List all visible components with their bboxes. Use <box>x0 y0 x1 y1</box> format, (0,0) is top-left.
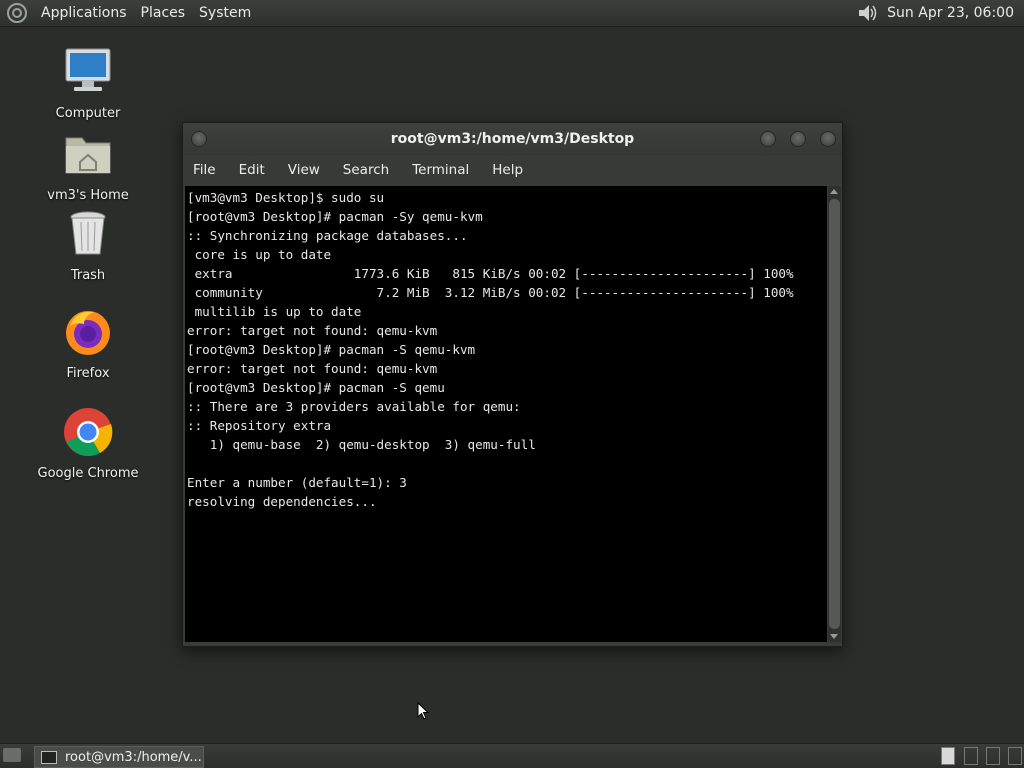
menu-help[interactable]: Help <box>492 162 534 178</box>
desktop-icon-label: Computer <box>55 106 121 121</box>
workspace-2[interactable] <box>964 747 978 765</box>
menu-terminal[interactable]: Terminal <box>412 162 480 178</box>
show-desktop-icon[interactable] <box>3 748 21 762</box>
minimize-button[interactable] <box>760 131 776 147</box>
panel-right: Sun Apr 23, 06:00 <box>857 3 1014 23</box>
desktop-icon-label: Firefox <box>66 366 110 381</box>
distro-logo-icon[interactable] <box>6 2 28 24</box>
terminal-scrollbar[interactable] <box>828 186 841 642</box>
desktop-icon-trash[interactable]: Trash <box>28 208 148 283</box>
terminal-menubar: File Edit View Search Terminal Help <box>183 155 842 185</box>
firefox-icon <box>66 311 110 355</box>
workspace-4[interactable] <box>1008 747 1022 765</box>
home-folder-icon <box>65 137 111 174</box>
desktop-icon-firefox[interactable]: Firefox <box>28 306 148 381</box>
close-button[interactable] <box>820 131 836 147</box>
workspace-1[interactable] <box>941 747 955 765</box>
scrollbar-thumb[interactable] <box>829 199 840 629</box>
applications-menu[interactable]: Applications <box>34 5 134 21</box>
desktop-icon-label: Trash <box>70 268 106 283</box>
desktop-icon-chrome[interactable]: Google Chrome <box>28 406 148 481</box>
taskbar-item-terminal[interactable]: root@vm3:/home/v... <box>34 746 204 768</box>
chrome-icon <box>64 408 113 457</box>
menu-search[interactable]: Search <box>343 162 400 178</box>
maximize-button[interactable] <box>790 131 806 147</box>
workspace-3[interactable] <box>986 747 1000 765</box>
computer-icon <box>65 48 111 91</box>
places-menu[interactable]: Places <box>134 5 193 21</box>
clock[interactable]: Sun Apr 23, 06:00 <box>887 5 1014 21</box>
speaker-icon[interactable] <box>857 3 879 23</box>
scroll-up-arrow-icon[interactable] <box>830 189 838 194</box>
terminal-text: [vm3@vm3 Desktop]$ sudo su [root@vm3 Des… <box>187 190 794 509</box>
scroll-down-arrow-icon[interactable] <box>830 634 838 639</box>
top-panel: Applications Places System Sun Apr 23, 0… <box>0 0 1024 27</box>
window-titlebar[interactable]: root@vm3:/home/vm3/Desktop <box>183 123 842 155</box>
terminal-window[interactable]: root@vm3:/home/vm3/Desktop File Edit Vie… <box>182 122 843 647</box>
trash-icon <box>70 211 106 255</box>
menu-view[interactable]: View <box>288 162 331 178</box>
system-menu[interactable]: System <box>192 5 258 21</box>
terminal-icon <box>41 750 57 764</box>
menu-edit[interactable]: Edit <box>239 162 276 178</box>
mouse-cursor-icon <box>417 702 429 720</box>
desktop-icon-label: Google Chrome <box>37 466 139 481</box>
taskbar-item-label: root@vm3:/home/v... <box>65 749 202 765</box>
desktop-icon-label: vm3's Home <box>47 188 129 203</box>
desktop-icon-computer[interactable]: Computer <box>28 46 148 121</box>
menu-file[interactable]: File <box>193 162 227 178</box>
terminal-output[interactable]: [vm3@vm3 Desktop]$ sudo su [root@vm3 Des… <box>185 186 827 642</box>
window-title: root@vm3:/home/vm3/Desktop <box>390 131 635 147</box>
desktop-icon-home[interactable]: vm3's Home <box>28 128 148 203</box>
bottom-panel: root@vm3:/home/v... <box>0 743 1024 768</box>
